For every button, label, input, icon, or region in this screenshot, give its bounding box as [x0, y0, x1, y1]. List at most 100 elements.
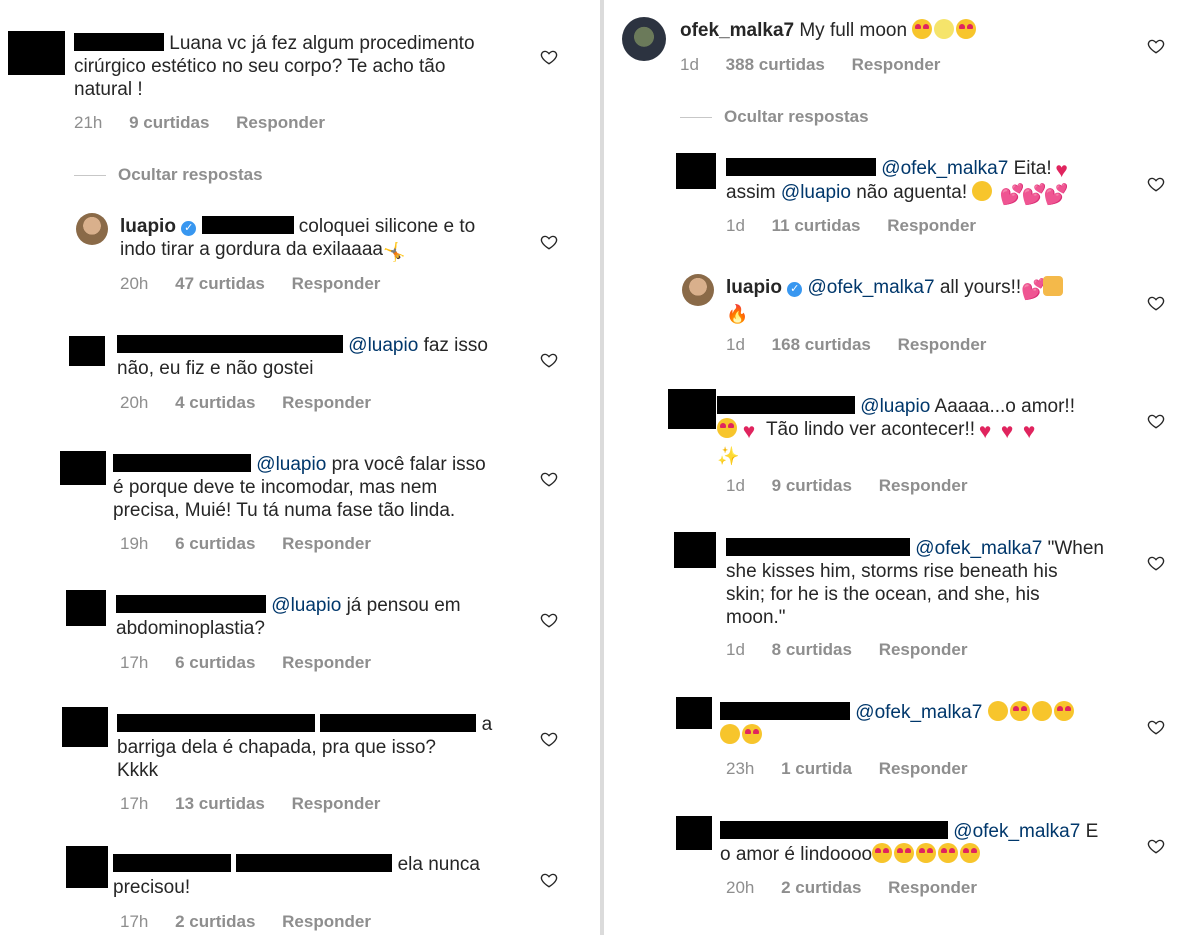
avatar[interactable]: [76, 213, 108, 245]
likes-count[interactable]: 388 curtidas: [726, 55, 825, 74]
redacted-username[interactable]: [726, 158, 876, 176]
mention-link[interactable]: @luapio: [860, 396, 930, 417]
likes-count[interactable]: 168 curtidas: [772, 335, 871, 354]
timestamp: 20h: [120, 393, 149, 412]
redacted-username[interactable]: [113, 854, 231, 872]
heart-outline-icon[interactable]: [1147, 412, 1165, 430]
verified-badge-icon: ✓: [787, 282, 803, 297]
heart-outline-icon[interactable]: [1147, 37, 1165, 55]
heart-eyes-emoji-icon: [894, 843, 915, 863]
redacted-username[interactable]: [720, 702, 850, 720]
timestamp: 20h: [120, 274, 149, 293]
reply-button[interactable]: Responder: [236, 113, 325, 132]
timestamp: 21h: [74, 113, 103, 132]
likes-count[interactable]: 9 curtidas: [772, 476, 852, 495]
likes-count[interactable]: 8 curtidas: [772, 640, 852, 659]
hide-replies-button[interactable]: Ocultar respostas: [680, 107, 869, 127]
comment-text: @ofek_malka7 E o amor é lindoooo: [720, 821, 1099, 865]
redacted-avatar[interactable]: [60, 451, 106, 485]
redacted-username[interactable]: [720, 821, 948, 839]
two-hearts-emoji-icon: 💕: [999, 184, 1025, 206]
likes-count[interactable]: 6 curtidas: [175, 534, 255, 553]
likes-count[interactable]: 2 curtidas: [175, 912, 255, 931]
mention-link[interactable]: @luapio: [256, 454, 326, 475]
timestamp: 1d: [726, 640, 745, 659]
redacted-avatar[interactable]: [676, 816, 712, 850]
mention-link[interactable]: @ofek_malka7: [915, 538, 1042, 559]
avatar[interactable]: [682, 274, 714, 306]
redacted-username[interactable]: [117, 335, 343, 353]
heart-outline-icon[interactable]: [1147, 554, 1165, 572]
likes-count[interactable]: 4 curtidas: [175, 393, 255, 412]
hide-replies-button[interactable]: Ocultar respostas: [74, 165, 263, 185]
redacted-avatar[interactable]: [66, 846, 108, 888]
reply-button[interactable]: Responder: [898, 335, 987, 354]
likes-count[interactable]: 1 curtida: [781, 759, 852, 778]
verified-badge-icon: ✓: [181, 221, 197, 236]
reply-button[interactable]: Responder: [888, 878, 977, 897]
redacted-username[interactable]: [717, 396, 855, 414]
reply-button[interactable]: Responder: [887, 216, 976, 235]
redacted-avatar[interactable]: [676, 153, 716, 189]
redacted-mention[interactable]: [236, 854, 393, 872]
likes-count[interactable]: 9 curtidas: [129, 113, 209, 132]
redacted-username[interactable]: [74, 33, 164, 51]
reply-button[interactable]: Responder: [879, 640, 968, 659]
reply-button[interactable]: Responder: [292, 274, 381, 293]
reply-button[interactable]: Responder: [879, 759, 968, 778]
mention-link[interactable]: @luapio: [348, 335, 418, 356]
red-heart-emoji-icon: ♥: [978, 420, 992, 443]
mention-link[interactable]: @ofek_malka7: [881, 158, 1008, 179]
username[interactable]: luapio: [120, 216, 176, 237]
redacted-mention[interactable]: [201, 216, 294, 234]
full-moon-emoji-icon: [934, 19, 955, 39]
username[interactable]: ofek_malka7: [680, 20, 794, 41]
heart-outline-icon[interactable]: [1147, 175, 1165, 193]
mention-link[interactable]: @luapio: [271, 595, 341, 616]
likes-count[interactable]: 13 curtidas: [175, 794, 265, 813]
likes-count[interactable]: 2 curtidas: [781, 878, 861, 897]
reply-button[interactable]: Responder: [879, 476, 968, 495]
heart-outline-icon[interactable]: [540, 730, 558, 748]
mention-link[interactable]: @ofek_malka7: [953, 821, 1080, 842]
mention-link[interactable]: @luapio: [781, 182, 851, 203]
reply-button[interactable]: Responder: [852, 55, 941, 74]
reply-button[interactable]: Responder: [282, 393, 371, 412]
redacted-mention[interactable]: [320, 714, 477, 732]
likes-count[interactable]: 6 curtidas: [175, 653, 255, 672]
reply-button[interactable]: Responder: [282, 653, 371, 672]
redacted-avatar[interactable]: [62, 707, 108, 747]
comment-meta: 1d 9 curtidas Responder: [726, 476, 990, 496]
reply-button[interactable]: Responder: [292, 794, 381, 813]
heart-outline-icon[interactable]: [1147, 837, 1165, 855]
redacted-avatar[interactable]: [66, 590, 106, 626]
divider-line: [74, 175, 106, 177]
avatar[interactable]: [622, 17, 666, 61]
username[interactable]: luapio: [726, 277, 782, 298]
mention-link[interactable]: @ofek_malka7: [808, 277, 935, 298]
redacted-username[interactable]: [117, 714, 315, 732]
redacted-username[interactable]: [726, 538, 910, 556]
redacted-avatar[interactable]: [668, 389, 716, 429]
timestamp: 1d: [726, 335, 745, 354]
redacted-avatar[interactable]: [8, 31, 65, 75]
likes-count[interactable]: 47 curtidas: [175, 274, 265, 293]
heart-outline-icon[interactable]: [1147, 294, 1165, 312]
reply-button[interactable]: Responder: [282, 912, 371, 931]
heart-outline-icon[interactable]: [540, 470, 558, 488]
redacted-username[interactable]: [116, 595, 266, 613]
redacted-username[interactable]: [113, 454, 251, 472]
likes-count[interactable]: 11 curtidas: [772, 216, 861, 235]
redacted-avatar[interactable]: [676, 697, 712, 729]
reply-button[interactable]: Responder: [282, 534, 371, 553]
heart-outline-icon[interactable]: [540, 871, 558, 889]
heart-outline-icon[interactable]: [540, 351, 558, 369]
redacted-avatar[interactable]: [674, 532, 716, 568]
mention-link[interactable]: @ofek_malka7: [855, 702, 982, 723]
heart-outline-icon[interactable]: [540, 611, 558, 629]
heart-outline-icon[interactable]: [540, 48, 558, 66]
redacted-avatar[interactable]: [69, 336, 105, 366]
heart-outline-icon[interactable]: [1147, 718, 1165, 736]
heart-outline-icon[interactable]: [540, 233, 558, 251]
laughing-emoji-icon: [972, 181, 993, 201]
